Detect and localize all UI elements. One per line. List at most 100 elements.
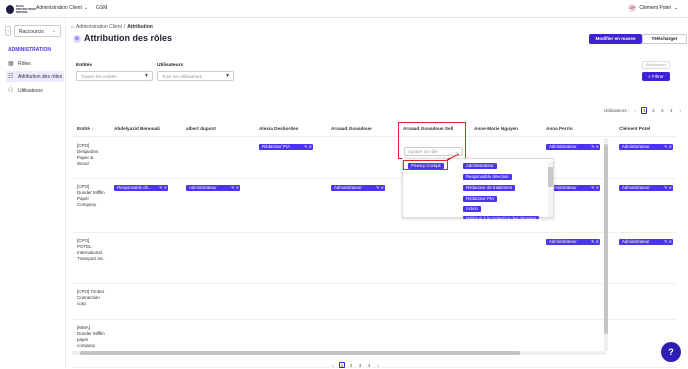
close-icon[interactable]: ✕ [164, 185, 167, 190]
sidebar: ‹ Raccourcis ⌄ ADMINISTRATION ▦ Rôles ☷ … [0, 18, 66, 368]
next-page-icon[interactable]: › [677, 107, 683, 114]
user-name: Clément Potel [639, 5, 671, 11]
entity-header-label: Entité [77, 126, 91, 131]
role-chip[interactable]: Administrateur ✎ ✕ [546, 185, 600, 191]
logo-mark [6, 4, 14, 14]
reset-filters-button[interactable]: Réinitialiser [642, 61, 670, 69]
role-option[interactable]: Rédacteur PIA [463, 196, 497, 202]
role-chip[interactable]: Administrateur ✎ ✕ [331, 185, 385, 191]
role-chip[interactable]: Administrateur ✎ ✕ [619, 144, 673, 150]
entities-filter-select[interactable]: Toutes les entités ▼ [76, 71, 153, 81]
close-icon[interactable]: ✕ [669, 239, 672, 244]
role-option[interactable]: Délégué à la protection des données [463, 216, 539, 219]
assignment-icon: ☷ [8, 74, 14, 80]
close-icon[interactable]: ✕ [596, 185, 599, 190]
user-column-header: albert dupont [186, 126, 216, 131]
page-button[interactable]: 2 [650, 107, 656, 114]
scrollbar-thumb[interactable] [604, 144, 608, 334]
users-filter-select[interactable]: Tous les utilisateurs ▼ [157, 71, 234, 81]
page-button[interactable]: 3 [659, 107, 665, 114]
close-icon[interactable]: ✕ [381, 185, 384, 190]
entity-name: [CPO] Timber Connection corp. [77, 289, 105, 306]
prev-page-icon[interactable]: ‹ [330, 362, 336, 368]
page-button[interactable]: 4 [668, 107, 674, 114]
role-option[interactable]: Responsable direction [463, 174, 512, 180]
search-icon: ⌕ [648, 74, 651, 79]
entity-name: [CPO] Dunder Mifflin Paper Company [77, 184, 105, 207]
admin-client-menu[interactable]: Administration Client ⌄ [36, 5, 88, 11]
next-page-icon[interactable]: › [375, 362, 381, 368]
close-icon[interactable]: ✕ [596, 239, 599, 244]
help-chat-button[interactable]: ? [661, 342, 681, 362]
horizontal-scrollbar[interactable] [72, 351, 606, 355]
collapse-sidebar-button[interactable]: ‹ [5, 26, 11, 36]
table-header: Entité ↑ Abdelyazid Benouali albert dupon… [72, 120, 676, 137]
download-button[interactable]: Télécharger [642, 34, 687, 44]
breadcrumb-separator: / [123, 24, 126, 30]
chip-actions: ✎ ✕ [231, 185, 239, 191]
page-title-icon: ⚙ [73, 35, 81, 43]
role-chip[interactable]: Administrateur ✎ ✕ [186, 185, 240, 191]
page-button[interactable]: 2 [348, 362, 354, 368]
user-menu[interactable]: CP Clément Potel ⌄ [628, 4, 678, 12]
entity-name: [CPO] Desjardins Paper & Wood [77, 143, 99, 166]
page-button[interactable]: 4 [366, 362, 372, 368]
users-icon: ⚇ [8, 88, 14, 94]
sidebar-item-role-assignment[interactable]: ☷ Attribution des rôles [6, 71, 64, 82]
role-chip[interactable]: Administrateur ✎ ✕ [619, 185, 673, 191]
table-row: [CPO] Dunder Mifflin Paper Company Respon… [72, 179, 676, 233]
users-filter-label: Utilisateurs [157, 63, 184, 68]
sidebar-item-roles[interactable]: ▦ Rôles [6, 58, 64, 69]
scrollbar-thumb[interactable] [80, 351, 520, 355]
page-button[interactable]: 3 [357, 362, 363, 368]
chevron-down-icon: ⌄ [673, 5, 678, 11]
role-chip-label: Administrateur [549, 144, 577, 149]
page-button[interactable]: 1 [339, 362, 345, 368]
brand-logo[interactable]: DATA PROTECTION DRIVEN [6, 3, 36, 15]
chevron-down-icon: ⌄ [51, 28, 56, 34]
shortcuts-select[interactable]: Raccourcis ⌄ [14, 25, 61, 37]
gsm-menu[interactable]: GSM [96, 5, 107, 11]
chevron-down-icon: ⌄ [83, 5, 89, 11]
main-content: ⌂ Administration Client / Attribution ⚙ … [66, 18, 688, 368]
close-icon[interactable]: ✕ [669, 185, 672, 190]
chip-actions: ✎ ✕ [664, 144, 672, 150]
role-chip[interactable]: Administrateur ✎ ✕ [546, 239, 600, 245]
vertical-scrollbar[interactable] [604, 138, 608, 351]
table-row: [MMA] Dunder Mifflin paper company [72, 320, 676, 368]
role-chip[interactable]: Rédacteur PIA ✎ ✕ [259, 144, 313, 150]
role-chip[interactable]: Responsable dir... ✎ ✕ [114, 185, 168, 191]
users-filter-placeholder: Tous les utilisateurs [162, 74, 203, 79]
user-column-header: Alexia Desbordes [259, 126, 299, 131]
dropdown-scrollbar[interactable] [548, 161, 553, 217]
logo-text: DATA PROTECTION DRIVEN [16, 3, 36, 14]
sidebar-item-users[interactable]: ⚇ Utilisateurs [6, 85, 64, 96]
sidebar-section-title: ADMINISTRATION [8, 47, 51, 53]
bulk-edit-button[interactable]: Modifier en masse [589, 34, 642, 44]
close-icon[interactable]: ✕ [236, 185, 239, 190]
user-column-header: Abdelyazid Benouali [114, 126, 160, 131]
shortcuts-label: Raccourcis [19, 29, 44, 35]
role-option[interactable]: Rédacteur de traitement [463, 185, 516, 191]
breadcrumb: ⌂ Administration Client / Attribution [71, 24, 153, 30]
close-icon[interactable]: ✕ [309, 144, 312, 149]
chip-actions: ✎ ✕ [591, 239, 599, 245]
role-option[interactable]: Administrateur [463, 163, 497, 169]
role-chip[interactable]: Administrateur ✎ ✕ [546, 144, 600, 150]
role-chip[interactable]: Administrateur ✎ ✕ [619, 239, 673, 245]
apply-filter-button[interactable]: ⌕ Filtrer [642, 72, 670, 81]
entities-filter-placeholder: Toutes les entités [81, 74, 117, 79]
entity-column-header[interactable]: Entité ↑ [77, 126, 94, 131]
scrollbar-thumb[interactable] [548, 167, 553, 187]
close-icon[interactable]: ✕ [669, 144, 672, 149]
close-icon[interactable]: ✕ [596, 144, 599, 149]
chip-actions: ✎ ✕ [591, 185, 599, 191]
bottom-pagination: ‹ 1 2 3 4 › [330, 362, 381, 368]
breadcrumb-home[interactable]: Administration Client [76, 24, 122, 30]
role-option[interactable]: Action [463, 206, 481, 212]
prev-page-icon[interactable]: ‹ [632, 107, 638, 114]
role-chip-label: Rédacteur PIA [262, 144, 290, 149]
page-button[interactable]: 1 [641, 107, 648, 114]
filter-icon: ▼ [144, 73, 149, 79]
user-column-header: Clément Potel [619, 126, 651, 131]
